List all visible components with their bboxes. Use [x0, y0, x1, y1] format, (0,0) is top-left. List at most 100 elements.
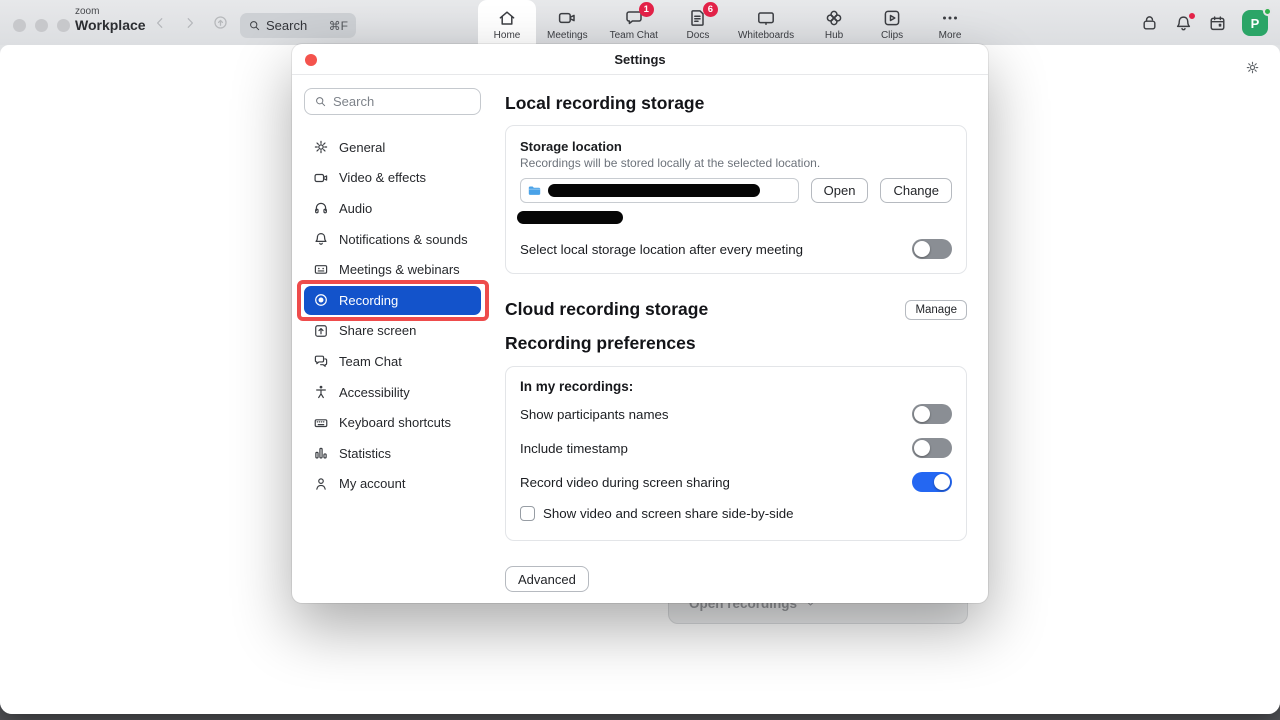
- tab-team-chat[interactable]: Team Chat 1: [599, 0, 669, 45]
- tab-clips[interactable]: Clips: [863, 0, 921, 45]
- forward-chevron-icon[interactable]: [182, 15, 198, 31]
- settings-search-placeholder: Search: [333, 94, 374, 109]
- sidebar-item-my-account[interactable]: My account: [304, 469, 481, 500]
- home-icon: [497, 8, 517, 28]
- preference-label: Record video during screen sharing: [520, 475, 730, 490]
- settings-main-panel: Local recording storage Storage location…: [505, 44, 967, 592]
- sidebar-item-general[interactable]: General: [304, 132, 481, 163]
- sidebar-item-share-screen[interactable]: Share screen: [304, 316, 481, 347]
- advanced-button[interactable]: Advanced: [505, 566, 589, 592]
- sidebar-item-meetings-webinars[interactable]: Meetings & webinars: [304, 254, 481, 285]
- sidebar-item-video-effects[interactable]: Video & effects: [304, 163, 481, 194]
- video-icon: [313, 170, 329, 186]
- tab-home[interactable]: Home: [478, 0, 536, 45]
- page-settings-gear-icon[interactable]: [1245, 60, 1260, 75]
- sidebar-item-label: Share screen: [339, 323, 416, 338]
- redacted-storage-info: [517, 211, 623, 224]
- toggle-knob: [914, 406, 930, 422]
- tab-whiteboards[interactable]: Whiteboards: [727, 0, 805, 45]
- tab-label: Docs: [687, 30, 710, 41]
- sidebar-item-notifications-sounds[interactable]: Notifications & sounds: [304, 224, 481, 255]
- sidebar-item-label: Team Chat: [339, 354, 402, 369]
- meetings-icon: [557, 8, 577, 28]
- person-icon: [313, 476, 329, 492]
- toggle-record-video-during-screen-sharing[interactable]: [912, 472, 952, 492]
- storage-toggle-label: Select local storage location after ever…: [520, 242, 803, 257]
- gear-icon: [313, 139, 329, 155]
- whiteboard-icon: [756, 8, 776, 28]
- app-title: zoom Workplace: [75, 7, 146, 32]
- tab-label: Team Chat: [610, 30, 658, 41]
- settings-search-input[interactable]: Search: [304, 88, 481, 115]
- sidebar-item-accessibility[interactable]: Accessibility: [304, 377, 481, 408]
- search-icon: [314, 95, 327, 108]
- change-button[interactable]: Change: [880, 178, 952, 203]
- lock-icon[interactable]: [1140, 14, 1159, 33]
- app-name-workplace: Workplace: [75, 18, 146, 33]
- preferences-rows: Show participants names Include timestamp…: [520, 397, 952, 527]
- open-button[interactable]: Open: [811, 178, 869, 203]
- notifications-button[interactable]: [1174, 14, 1193, 33]
- toggle-include-timestamp[interactable]: [912, 438, 952, 458]
- preferences-intro: In my recordings:: [520, 379, 952, 394]
- preference-row-show-participants-names: Show participants names: [520, 397, 952, 431]
- tab-bar: Home Meetings Team Chat 1 Docs6WhiteboardsHu…: [478, 0, 979, 45]
- global-search[interactable]: Search ⌘F: [240, 13, 356, 38]
- titlebar: zoom Workplace Search ⌘F HomeMeetingsTea…: [0, 0, 1280, 45]
- tab-label: Clips: [881, 30, 903, 41]
- titlebar-right-icons: P: [1140, 10, 1268, 36]
- redacted-storage-path: [548, 184, 760, 197]
- keyboard-icon: [313, 415, 329, 431]
- checkbox[interactable]: [520, 506, 535, 521]
- headphones-icon: [313, 200, 329, 216]
- status-dot: [1263, 7, 1272, 16]
- tab-hub[interactable]: Hub: [805, 0, 863, 45]
- preference-row-show-video-and-screen-share-side-by-side: Show video and screen share side-by-side: [520, 499, 952, 527]
- settings-sidebar: Search General Video & effects Audio Notifi…: [304, 88, 481, 499]
- cloud-storage-row: Cloud recording storage Manage: [505, 299, 967, 320]
- folder-icon: [527, 183, 542, 198]
- sidebar-item-label: Recording: [339, 293, 398, 308]
- bell-icon: [313, 231, 329, 247]
- sidebar-item-statistics[interactable]: Statistics: [304, 438, 481, 469]
- sidebar-item-recording[interactable]: Recording: [304, 286, 481, 315]
- preference-row-record-video-during-screen-sharing: Record video during screen sharing: [520, 465, 952, 499]
- traffic-light-minimize[interactable]: [35, 19, 48, 32]
- preference-label: Show video and screen share side-by-side: [543, 506, 794, 521]
- notification-badge: 1: [639, 2, 654, 17]
- toggle-show-participants-names[interactable]: [912, 404, 952, 424]
- search-label: Search: [266, 18, 307, 33]
- sidebar-item-audio[interactable]: Audio: [304, 193, 481, 224]
- sidebar-item-label: General: [339, 140, 385, 155]
- sidebar-item-team-chat[interactable]: Team Chat: [304, 346, 481, 377]
- calendar-icon[interactable]: [1208, 14, 1227, 33]
- toggle-knob: [914, 241, 930, 257]
- avatar[interactable]: P: [1242, 10, 1268, 36]
- sidebar-item-label: My account: [339, 476, 405, 491]
- local-storage-heading: Local recording storage: [505, 93, 967, 114]
- notification-dot: [1188, 12, 1196, 20]
- traffic-light-close[interactable]: [13, 19, 26, 32]
- traffic-light-zoom[interactable]: [57, 19, 70, 32]
- tab-more[interactable]: More: [921, 0, 979, 45]
- sidebar-item-label: Video & effects: [339, 170, 426, 185]
- tab-meetings[interactable]: Meetings: [536, 0, 599, 45]
- back-chevron-icon[interactable]: [152, 15, 168, 31]
- arrow-up-circle-icon[interactable]: [212, 14, 229, 31]
- clips-icon: [882, 8, 902, 28]
- sidebar-item-label: Meetings & webinars: [339, 262, 460, 277]
- preference-label: Include timestamp: [520, 441, 628, 456]
- settings-sidebar-list: General Video & effects Audio Notifications…: [304, 132, 481, 499]
- share-screen-icon: [313, 323, 329, 339]
- cloud-storage-heading: Cloud recording storage: [505, 299, 708, 320]
- storage-location-toggle[interactable]: [912, 239, 952, 259]
- sidebar-item-label: Notifications & sounds: [339, 232, 468, 247]
- tab-docs[interactable]: Docs6: [669, 0, 727, 45]
- storage-path-field[interactable]: [520, 178, 799, 203]
- sidebar-item-keyboard-shortcuts[interactable]: Keyboard shortcuts: [304, 407, 481, 438]
- tab-label: Home: [494, 30, 521, 41]
- dialog-close-button[interactable]: [305, 54, 317, 66]
- tab-label: More: [939, 30, 962, 41]
- manage-button[interactable]: Manage: [905, 300, 967, 320]
- search-shortcut: ⌘F: [329, 19, 348, 33]
